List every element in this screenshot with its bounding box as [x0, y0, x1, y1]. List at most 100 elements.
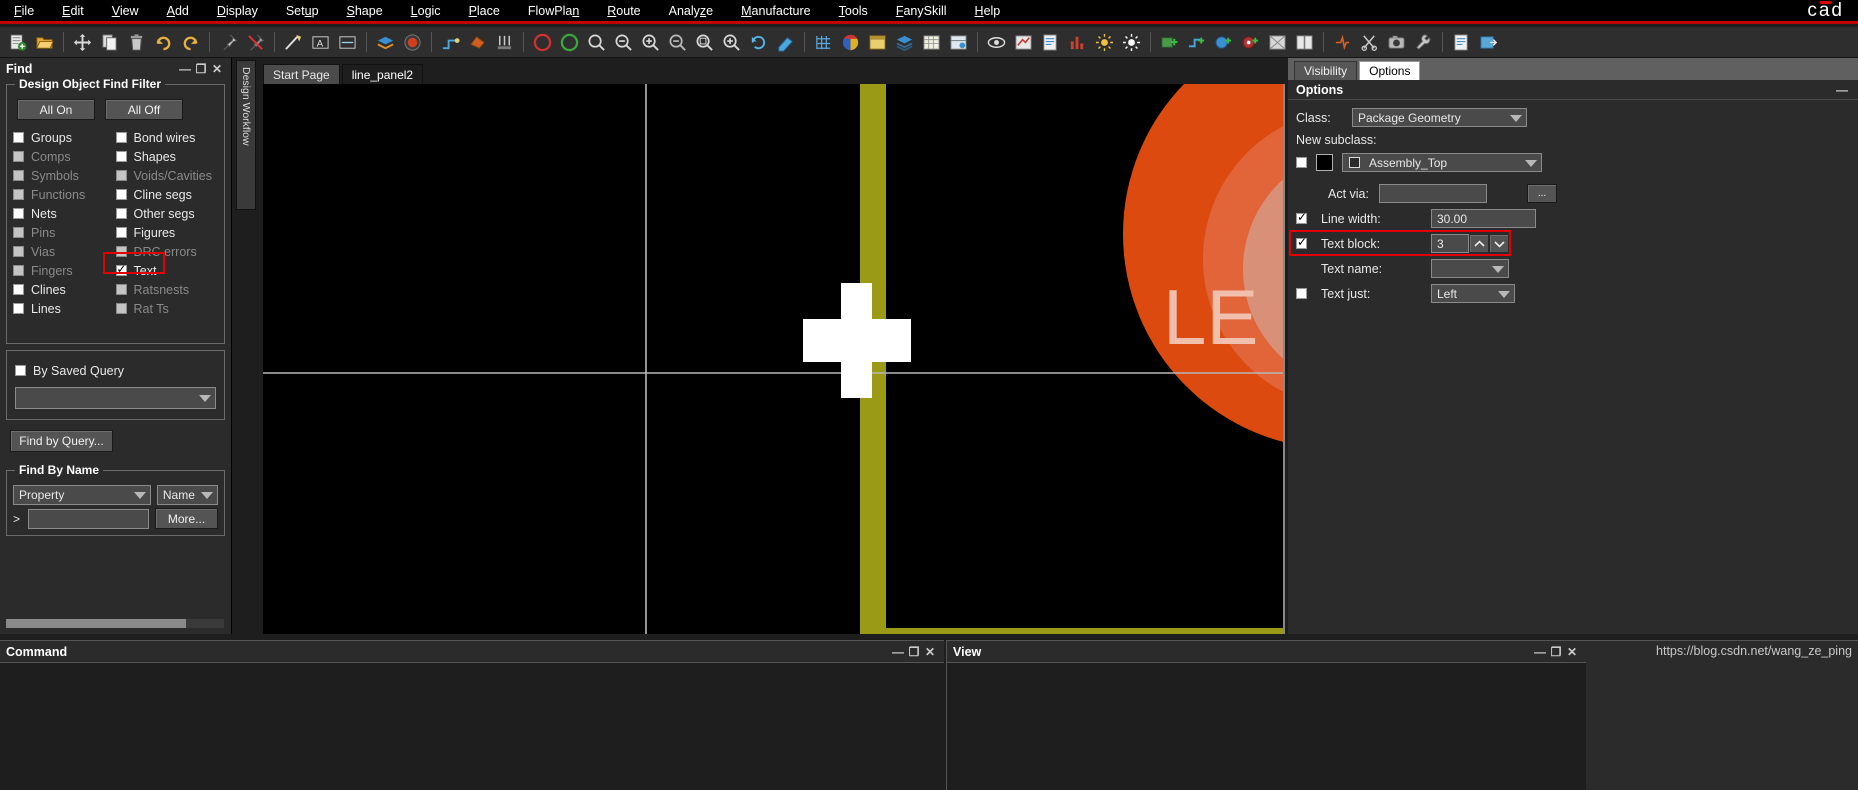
- view-close-button[interactable]: ✕: [1564, 644, 1580, 660]
- find-minimize-button[interactable]: —: [177, 61, 193, 77]
- find-filter-figures[interactable]: Figures: [115, 223, 219, 242]
- menu-shape[interactable]: Shape: [333, 2, 397, 20]
- act-via-browse-button[interactable]: ...: [1527, 184, 1557, 203]
- find-filter-voids-cavities[interactable]: Voids/Cavities: [115, 166, 219, 185]
- command-close-button[interactable]: ✕: [922, 644, 938, 660]
- find-filter-drc-errors[interactable]: DRC errors: [115, 242, 219, 261]
- by-saved-query-row[interactable]: By Saved Query: [15, 361, 216, 380]
- menu-add[interactable]: Add: [153, 2, 203, 20]
- functions-checkbox[interactable]: [13, 189, 24, 200]
- refresh-icon[interactable]: [746, 30, 771, 55]
- property-select[interactable]: Property: [13, 485, 151, 505]
- contrast-icon[interactable]: [1119, 30, 1144, 55]
- add-via-icon[interactable]: [1238, 30, 1263, 55]
- delete-icon[interactable]: [124, 30, 149, 55]
- add-comp-icon[interactable]: [1157, 30, 1182, 55]
- act-via-input[interactable]: [1379, 184, 1487, 203]
- menu-help[interactable]: Help: [961, 2, 1015, 20]
- menu-flowplan[interactable]: FlowPlan: [514, 2, 593, 20]
- tools-icon[interactable]: [1411, 30, 1436, 55]
- line-width-checkbox[interactable]: [1296, 210, 1307, 224]
- text-just-checkbox[interactable]: [1296, 288, 1307, 299]
- find-filter-ratsnests[interactable]: Ratsnests: [115, 280, 219, 299]
- find-filter-fingers[interactable]: Fingers: [13, 261, 116, 280]
- find-filter-comps[interactable]: Comps: [13, 147, 116, 166]
- menu-route[interactable]: Route: [593, 2, 654, 20]
- find-filter-rat-ts[interactable]: Rat Ts: [115, 299, 219, 318]
- find-name-input[interactable]: [28, 508, 149, 529]
- ratsnests-checkbox[interactable]: [115, 284, 127, 295]
- cut-icon[interactable]: [1357, 30, 1382, 55]
- command-minimize-button[interactable]: —: [890, 644, 906, 660]
- rect-text-icon[interactable]: A: [308, 30, 333, 55]
- shapes-checkbox[interactable]: [115, 151, 127, 162]
- more-button[interactable]: More...: [154, 508, 219, 529]
- comps-checkbox[interactable]: [13, 151, 24, 162]
- find-filter-vias[interactable]: Vias: [13, 242, 116, 261]
- box-icon[interactable]: [1265, 30, 1290, 55]
- find-filter-functions[interactable]: Functions: [13, 185, 116, 204]
- stack-icon[interactable]: [892, 30, 917, 55]
- lines-checkbox[interactable]: [13, 303, 24, 314]
- design-canvas[interactable]: LE: [263, 84, 1285, 634]
- find-filter-text[interactable]: Text: [115, 261, 219, 280]
- split-icon[interactable]: [1292, 30, 1317, 55]
- zoom-in-icon[interactable]: [638, 30, 663, 55]
- move-icon[interactable]: [70, 30, 95, 55]
- find-filter-symbols[interactable]: Symbols: [13, 166, 116, 185]
- table-icon[interactable]: [919, 30, 944, 55]
- symbols-checkbox[interactable]: [13, 170, 24, 181]
- find-filter-pins[interactable]: Pins: [13, 223, 116, 242]
- add-net-icon[interactable]: [1184, 30, 1209, 55]
- eye-icon[interactable]: [984, 30, 1009, 55]
- tab-options[interactable]: Options: [1359, 61, 1421, 80]
- subclass-enable-checkbox[interactable]: [1296, 157, 1307, 168]
- menu-tools[interactable]: Tools: [825, 2, 882, 20]
- line-width-input[interactable]: 30.00: [1431, 209, 1536, 228]
- nets-checkbox[interactable]: [13, 208, 24, 219]
- find-filter-lines[interactable]: Lines: [13, 299, 116, 318]
- bus-icon[interactable]: [492, 30, 517, 55]
- text-block-checkbox[interactable]: [1296, 235, 1307, 249]
- brightness-icon[interactable]: [1092, 30, 1117, 55]
- all-off-button[interactable]: All Off: [105, 99, 183, 120]
- open-folder-icon[interactable]: [32, 30, 57, 55]
- menu-logic[interactable]: Logic: [397, 2, 455, 20]
- by-saved-query-checkbox[interactable]: [15, 365, 26, 376]
- menu-place[interactable]: Place: [455, 2, 514, 20]
- sphere-icon[interactable]: [400, 30, 425, 55]
- grid-icon[interactable]: [811, 30, 836, 55]
- pin-icon[interactable]: [216, 30, 241, 55]
- zoom-window-icon[interactable]: [692, 30, 717, 55]
- vias-checkbox[interactable]: [13, 246, 24, 257]
- class-select[interactable]: Package Geometry: [1352, 108, 1527, 127]
- find-close-button[interactable]: ✕: [209, 61, 225, 77]
- subclass-select[interactable]: Assembly_Top: [1342, 153, 1542, 172]
- window-icon[interactable]: [865, 30, 890, 55]
- all-on-button[interactable]: All On: [17, 99, 95, 120]
- pins-checkbox[interactable]: [13, 227, 24, 238]
- highlight-icon[interactable]: [773, 30, 798, 55]
- menu-fanyskill[interactable]: FanySkill: [882, 2, 961, 20]
- circle-green-icon[interactable]: [557, 30, 582, 55]
- bond-wires-checkbox[interactable]: [115, 132, 127, 143]
- zoom-fit-icon[interactable]: [584, 30, 609, 55]
- chart-icon[interactable]: [1065, 30, 1090, 55]
- subclass-color-swatch[interactable]: [1316, 154, 1333, 171]
- other-segs-checkbox[interactable]: [115, 208, 127, 219]
- voids-cavities-checkbox[interactable]: [115, 170, 127, 181]
- find-restore-button[interactable]: ❐: [193, 61, 209, 77]
- circle-red-icon[interactable]: [530, 30, 555, 55]
- unpin-icon[interactable]: [243, 30, 268, 55]
- add-shape-icon[interactable]: [1211, 30, 1236, 55]
- name-select[interactable]: Name: [156, 485, 218, 505]
- rat-ts-checkbox[interactable]: [115, 303, 127, 314]
- db-icon[interactable]: [946, 30, 971, 55]
- menu-file[interactable]: File: [0, 2, 48, 20]
- groups-checkbox[interactable]: [13, 132, 24, 143]
- command-restore-button[interactable]: ❐: [906, 644, 922, 660]
- dimension-icon[interactable]: [335, 30, 360, 55]
- command-output-area[interactable]: [0, 662, 944, 790]
- doc-icon[interactable]: [1449, 30, 1474, 55]
- text-name-select[interactable]: [1431, 259, 1509, 278]
